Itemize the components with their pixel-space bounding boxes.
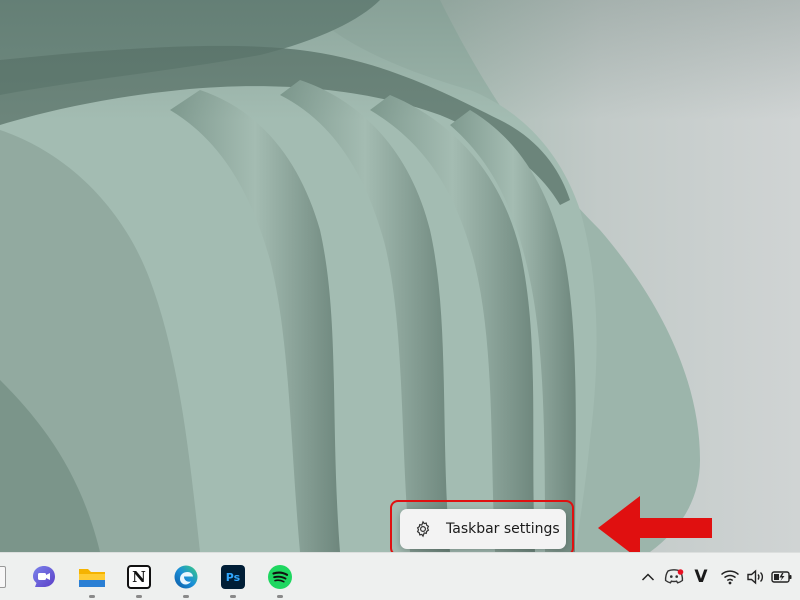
photoshop-icon: Ps xyxy=(221,565,245,589)
battery-charging-icon xyxy=(771,571,792,583)
tray-show-hidden-icons[interactable] xyxy=(639,567,657,587)
taskbar-settings-label: Taskbar settings xyxy=(446,521,560,537)
tray-wifi[interactable] xyxy=(719,567,741,587)
desktop: Taskbar settings N Ps V xyxy=(0,0,800,600)
chevron-up-icon xyxy=(641,573,655,581)
v-logo-glyph: V xyxy=(694,566,708,587)
taskbar-app-spotify[interactable] xyxy=(262,559,298,598)
tray-volume[interactable] xyxy=(745,567,767,587)
tray-battery[interactable] xyxy=(770,567,794,587)
speaker-icon xyxy=(747,569,764,585)
gear-icon xyxy=(414,520,432,538)
notion-icon: N xyxy=(127,565,151,589)
teams-chat-icon xyxy=(33,566,55,587)
taskbar-app-photoshop[interactable]: Ps xyxy=(215,559,251,598)
wallpaper xyxy=(0,0,800,552)
taskbar: N Ps V xyxy=(0,552,800,600)
taskbar-settings-menu-item[interactable]: Taskbar settings xyxy=(414,509,566,549)
tray-discord[interactable] xyxy=(663,567,685,587)
taskbar-context-menu: Taskbar settings xyxy=(400,509,566,549)
edge-icon xyxy=(174,565,198,589)
photoshop-glyph: Ps xyxy=(225,570,241,584)
discord-icon xyxy=(664,569,684,584)
wifi-icon xyxy=(720,570,740,585)
taskbar-app-partial[interactable] xyxy=(0,559,12,595)
taskbar-app-notion[interactable]: N xyxy=(121,559,157,598)
notion-glyph: N xyxy=(132,567,146,586)
taskbar-app-edge[interactable] xyxy=(168,559,204,598)
taskbar-app-file-explorer[interactable] xyxy=(74,559,110,598)
taskbar-app-teams-chat[interactable] xyxy=(26,559,62,595)
folder-icon xyxy=(79,569,105,587)
spotify-icon xyxy=(268,565,292,589)
partial-app-icon xyxy=(0,566,6,588)
v-logo-icon: V xyxy=(694,566,708,587)
tray-vpn[interactable]: V xyxy=(691,567,711,587)
